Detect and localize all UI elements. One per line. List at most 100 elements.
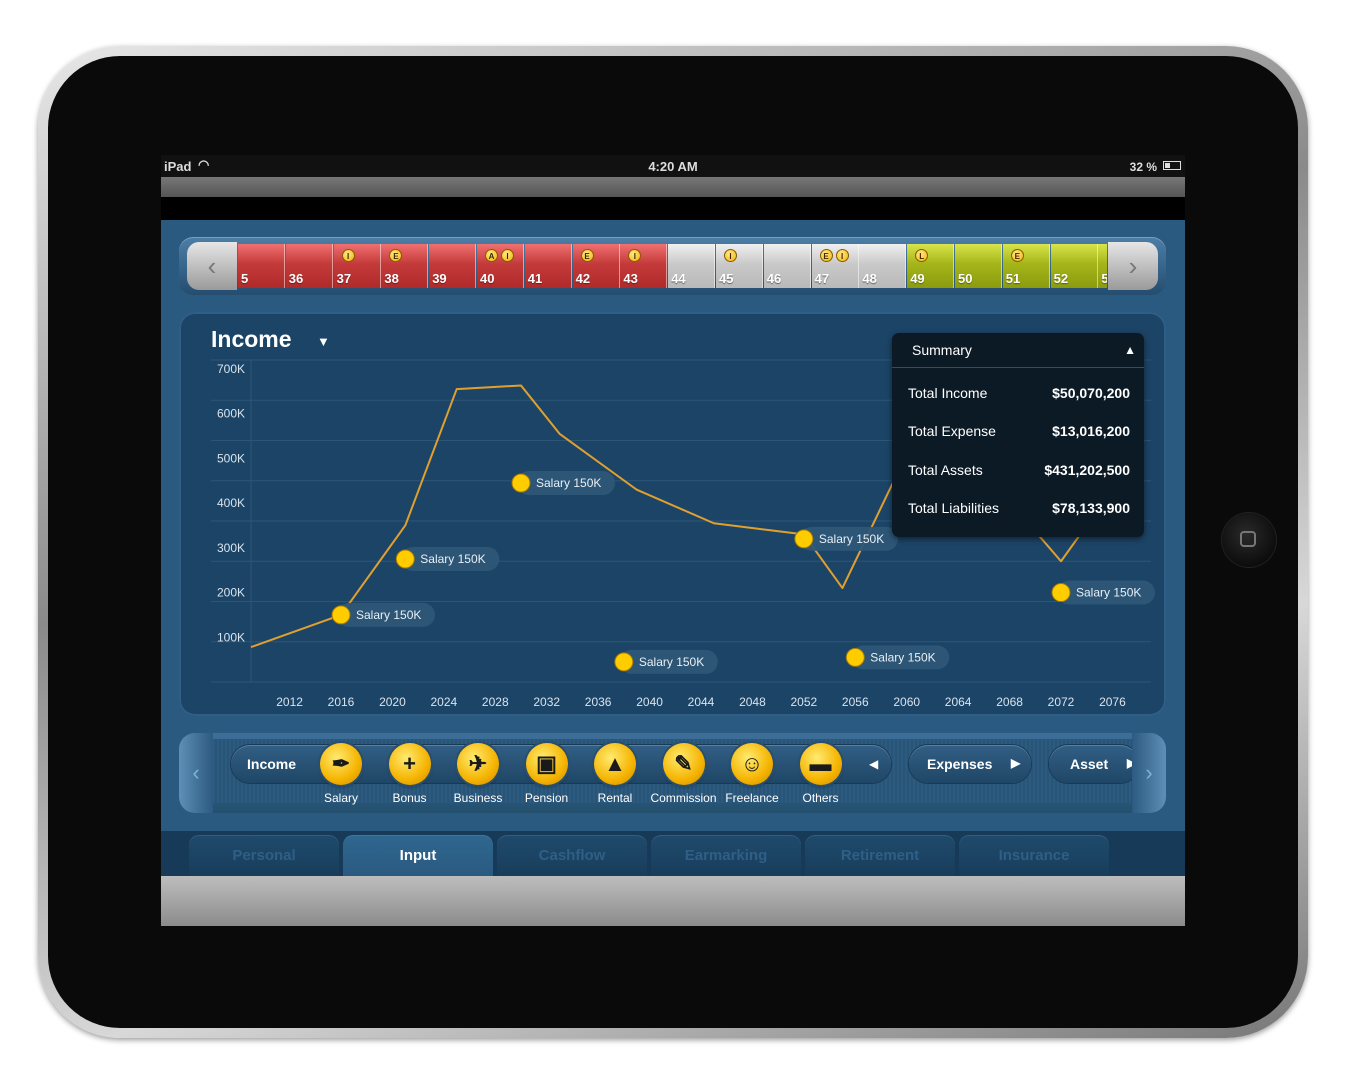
event-badges: E	[1010, 249, 1024, 262]
event-badge-icon[interactable]: I	[724, 249, 737, 262]
timeline-age-label: 37	[336, 271, 352, 286]
event-badge-icon[interactable]: I	[628, 249, 642, 262]
timeline-age-label: 43	[623, 271, 638, 286]
caret-right-icon: ▶	[1011, 756, 1021, 770]
screen: iPad ◠ 4:20 AM 32 % ‹ 5 36 I 37 E 38 39 A I 40 41 E…	[161, 155, 1185, 926]
expenses-button[interactable]: Expenses ▶	[909, 745, 1031, 783]
timeline-year-cell[interactable]: E 42	[572, 244, 620, 288]
x-tick-label: 2016	[328, 695, 355, 709]
timeline-year-cell[interactable]: 36	[285, 244, 333, 288]
pencil-icon[interactable]: ✎	[662, 743, 705, 785]
salary-marker-icon[interactable]	[614, 652, 634, 672]
marker-label: Salary 150K	[536, 476, 601, 490]
asset-label: Asset	[1070, 756, 1109, 772]
banknote-icon[interactable]: ✒	[320, 743, 362, 785]
timeline-year-cell[interactable]: 5	[238, 244, 285, 288]
x-tick-label: 2028	[482, 695, 509, 709]
x-tick-label: 2056	[842, 695, 869, 709]
marker-label: Salary 150K	[870, 650, 935, 664]
caret-up-icon[interactable]: ▲	[1124, 343, 1136, 357]
chevron-left-icon: ‹	[192, 760, 200, 785]
bus-icon[interactable]: ▣	[525, 743, 568, 785]
timeline-age-label: 52	[1053, 271, 1069, 286]
timeline-age-label: 41	[527, 271, 543, 286]
timeline-age-label: 51	[1101, 271, 1107, 286]
x-tick-label: 2052	[791, 695, 818, 709]
timeline-year-cell[interactable]: A I 40	[477, 244, 524, 288]
person-icon[interactable]: ☺	[731, 743, 773, 785]
timeline-next-button[interactable]: ›	[1108, 242, 1158, 290]
timeline-year-cell[interactable]: I 43	[620, 244, 668, 288]
summary-header[interactable]: Summary ▲	[892, 333, 1144, 368]
tab-retirement[interactable]: Retirement	[805, 835, 955, 876]
plus-icon[interactable]: +	[388, 743, 431, 785]
tab-earmarking[interactable]: Earmarking	[651, 835, 801, 876]
event-badge-icon[interactable]: E	[580, 249, 594, 262]
timeline-year-cell[interactable]: 51	[1098, 244, 1107, 288]
x-tick-label: 2060	[893, 695, 920, 709]
y-tick-label: 400K	[217, 496, 245, 510]
stamp-icon[interactable]: ▲	[594, 743, 636, 785]
marker-label: Salary 150K	[639, 655, 704, 669]
summary-value: $78,133,900	[1052, 500, 1130, 516]
income-group-label[interactable]: Income	[247, 756, 296, 772]
y-tick-label: 600K	[217, 407, 245, 421]
chevron-left-icon: ‹	[207, 250, 217, 281]
summary-label: Total Liabilities	[908, 500, 1000, 516]
summary-label: Total Income	[908, 385, 988, 401]
timeline-year-cell[interactable]: I 45	[716, 244, 763, 288]
salary-marker-icon[interactable]	[331, 605, 351, 625]
timeline-year-cell[interactable]: 41	[524, 244, 572, 288]
tab-input[interactable]: Input	[343, 835, 493, 876]
timeline-year-cell[interactable]: 46	[763, 244, 811, 288]
x-tick-label: 2072	[1048, 695, 1075, 709]
timeline-prev-button[interactable]: ‹	[187, 242, 237, 290]
expenses-label: Expenses	[927, 756, 993, 772]
category-label: Others	[802, 791, 839, 805]
tab-personal[interactable]: Personal	[189, 835, 339, 876]
chart-title[interactable]: Income	[211, 326, 292, 353]
salary-marker-icon[interactable]	[845, 647, 865, 667]
category-next-button[interactable]: ›	[1132, 733, 1166, 813]
event-badge-icon[interactable]: E	[1010, 249, 1024, 262]
airplane-icon[interactable]: ✈	[457, 743, 499, 785]
salary-marker-icon[interactable]	[395, 549, 415, 569]
event-badge-icon[interactable]: E	[819, 249, 833, 262]
salary-marker-icon[interactable]	[794, 529, 814, 549]
timeline-year-cell[interactable]: 44	[668, 244, 716, 288]
event-badge-icon[interactable]: A	[485, 249, 498, 262]
y-tick-label: 300K	[217, 541, 245, 555]
card-icon[interactable]: ▬	[799, 743, 842, 785]
event-badges: E	[389, 249, 403, 262]
timeline-age-label: 50	[958, 271, 973, 286]
timeline-year-cell[interactable]: L 49	[907, 244, 955, 288]
timeline-year-cell[interactable]: E I 47	[811, 244, 859, 288]
timeline-year-cell[interactable]: E 38	[381, 244, 429, 288]
home-button[interactable]	[1222, 513, 1276, 567]
x-tick-label: 2024	[431, 695, 458, 709]
event-badge-icon[interactable]: I	[501, 249, 514, 262]
salary-marker-icon[interactable]	[1051, 583, 1071, 603]
caret-down-icon[interactable]: ▼	[317, 334, 330, 349]
asset-button[interactable]: Asset ▶	[1049, 745, 1139, 783]
salary-marker-icon[interactable]	[511, 473, 531, 493]
toolbar-strip	[161, 177, 1185, 197]
tab-cashflow[interactable]: Cashflow	[497, 835, 647, 876]
timeline-year-cell[interactable]: 48	[859, 244, 907, 288]
caret-left-icon[interactable]: ◀	[869, 757, 878, 771]
timeline-year-cell[interactable]: 50	[955, 244, 1002, 288]
y-tick-label: 200K	[217, 586, 245, 600]
category-prev-button[interactable]: ‹	[179, 733, 213, 813]
bottom-tab-bar: Personal Input Cashflow Earmarking Retiremen…	[161, 831, 1185, 876]
timeline-year-cell[interactable]: I 37	[333, 244, 381, 288]
timeline-strip[interactable]: 5 36 I 37 E 38 39 A I 40 41 E 42 I 43 44 I 45 46 E I 47 48 L 49 5…	[238, 244, 1107, 288]
event-badge-icon[interactable]: E	[389, 249, 403, 262]
timeline-year-cell[interactable]: E 51	[1002, 244, 1050, 288]
timeline-year-cell[interactable]: 39	[429, 244, 477, 288]
timeline-year-cell[interactable]: 52	[1050, 244, 1098, 288]
tab-insurance[interactable]: Insurance	[959, 835, 1109, 876]
event-badge-icon[interactable]: I	[835, 249, 849, 262]
event-badge-icon[interactable]: L	[915, 249, 929, 262]
summary-popup: Summary ▲ Total Income $50,070,200 Total …	[892, 333, 1144, 537]
event-badge-icon[interactable]: I	[341, 249, 355, 262]
